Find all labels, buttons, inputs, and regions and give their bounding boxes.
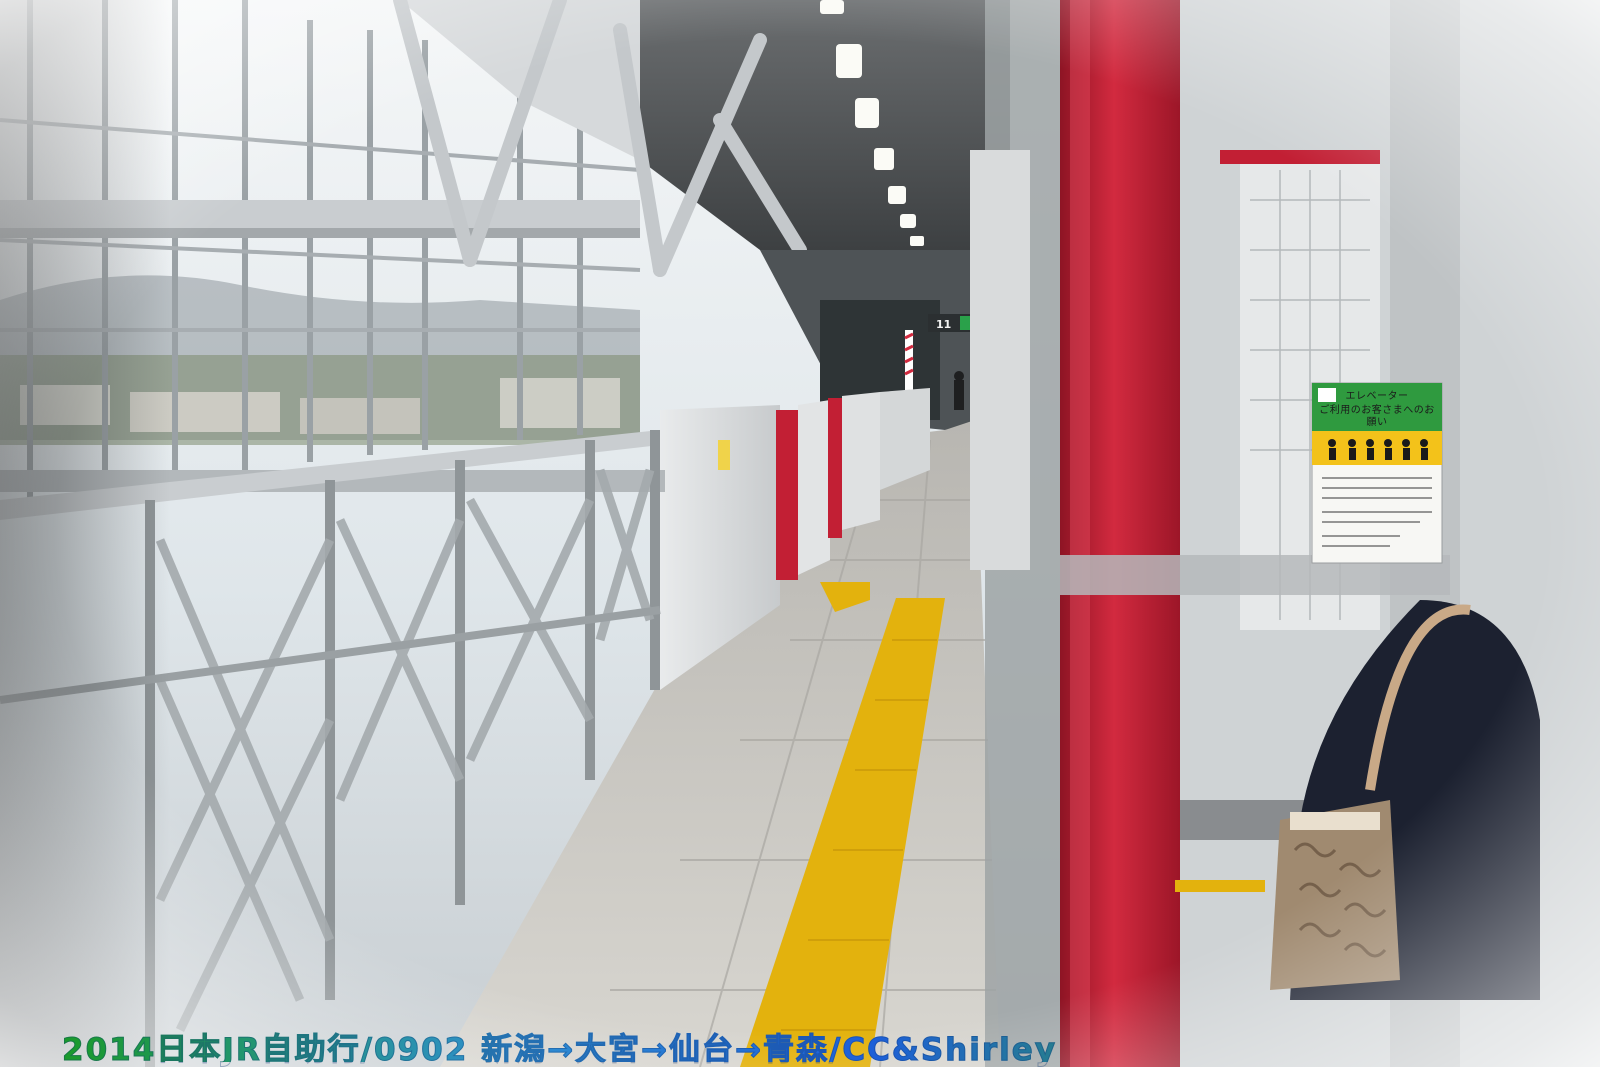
platform-photo	[0, 0, 1600, 1067]
elevator-sign-title: エレベーター	[1345, 391, 1409, 402]
photo-caption: 2014日本JR自助行/0902 新潟→大宮→仙台→青森/CC&Shirley	[62, 1024, 1542, 1067]
photo-scene: エレベーター ご利用のお客さまへのお願い 11 2014日本JR自助行/0902…	[0, 0, 1600, 1067]
elevator-sign-subtitle: ご利用のお客さまへのお願い	[1319, 405, 1435, 428]
platform-number: 11	[936, 318, 952, 331]
